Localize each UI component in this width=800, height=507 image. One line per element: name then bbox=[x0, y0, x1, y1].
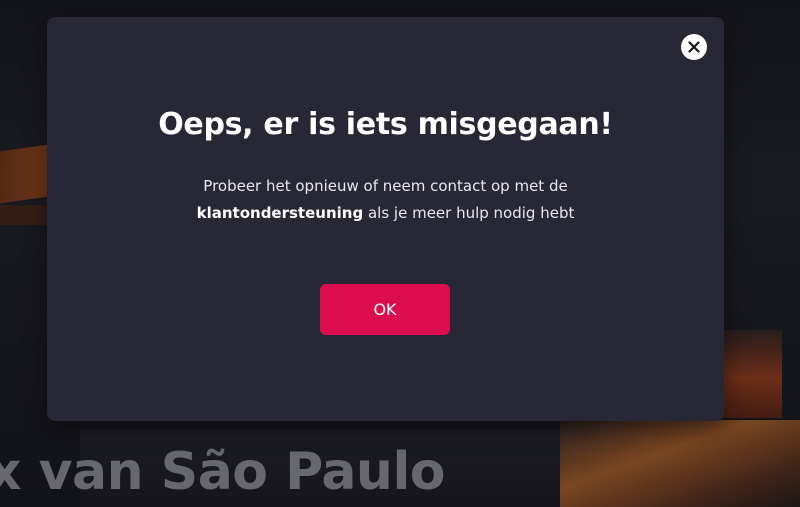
screen: x van São Paulo Oeps, er is iets misgega… bbox=[0, 0, 800, 507]
error-dialog: Oeps, er is iets misgegaan! Probeer het … bbox=[47, 17, 724, 421]
ok-button[interactable]: OK bbox=[320, 284, 450, 335]
customer-support-link[interactable]: klantondersteuning bbox=[197, 204, 364, 222]
dialog-message-line2: als je meer hulp nodig hebt bbox=[363, 204, 575, 222]
dialog-message: Probeer het opnieuw of neem contact op m… bbox=[107, 173, 664, 227]
close-icon bbox=[688, 41, 700, 53]
dialog-message-line1: Probeer het opnieuw of neem contact op m… bbox=[203, 177, 568, 195]
close-button[interactable] bbox=[681, 34, 707, 60]
dialog-title: Oeps, er is iets misgegaan! bbox=[158, 107, 613, 142]
